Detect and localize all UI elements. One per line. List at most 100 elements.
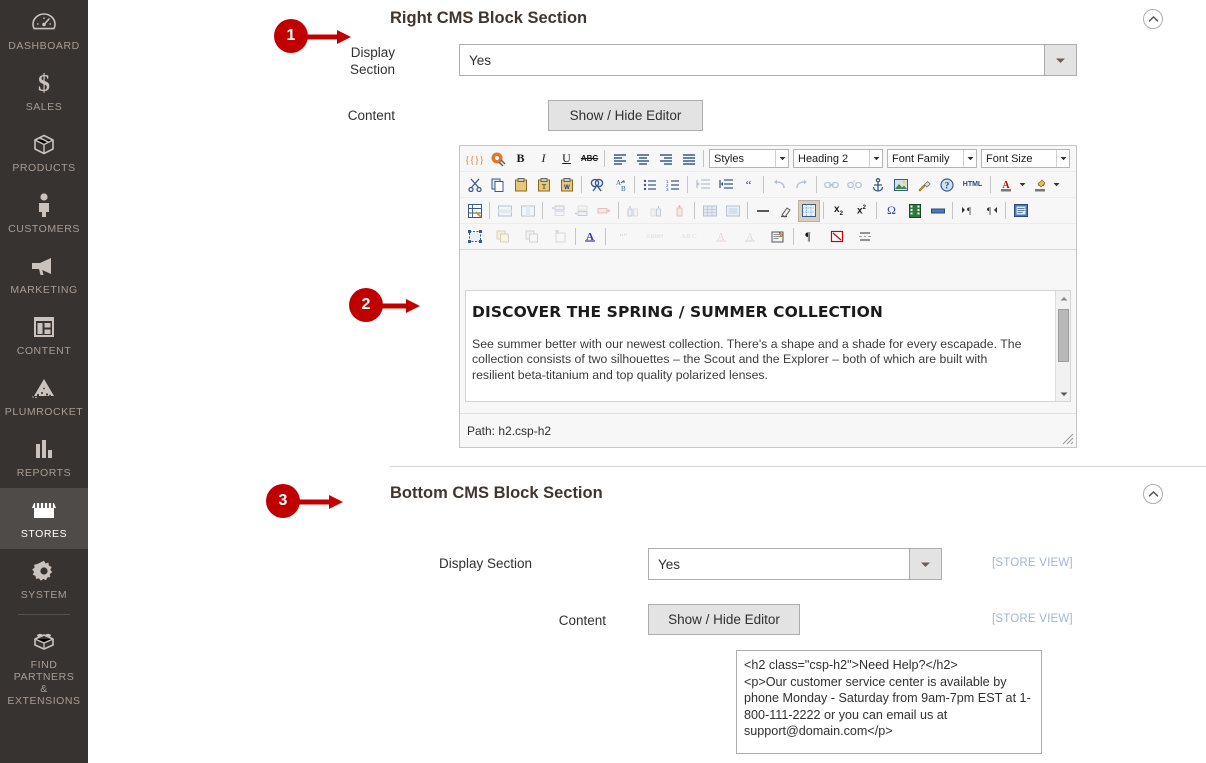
italic-icon[interactable]: I: [533, 148, 555, 170]
sidebar-item-plumrocket[interactable]: PLUMROCKET: [0, 366, 88, 427]
special-char-icon[interactable]: Ω: [881, 200, 903, 222]
scrollbar-thumb[interactable]: [1058, 309, 1069, 362]
underline-icon[interactable]: U: [556, 148, 578, 170]
insert-row-before-icon[interactable]: [547, 200, 569, 222]
insert-table-icon[interactable]: [464, 200, 486, 222]
show-hide-editor-button-bottom[interactable]: Show / Hide Editor: [648, 604, 800, 635]
insert-media-icon[interactable]: [904, 200, 926, 222]
align-right-icon[interactable]: [655, 148, 677, 170]
numbered-list-icon[interactable]: 123: [662, 174, 684, 196]
copy-icon[interactable]: [487, 174, 509, 196]
display-section-select-right[interactable]: Yes: [459, 44, 1077, 76]
align-justify-icon[interactable]: [678, 148, 700, 170]
indent-icon[interactable]: [715, 174, 737, 196]
format-select[interactable]: Heading 2: [793, 149, 883, 168]
display-section-select-bottom[interactable]: Yes: [648, 548, 942, 580]
delete-row-icon[interactable]: [593, 200, 615, 222]
find-replace-icon[interactable]: AB: [609, 174, 631, 196]
collapse-right-cms-button[interactable]: [1143, 9, 1163, 29]
magento-variable-icon[interactable]: {{}}: [464, 148, 486, 170]
superscript-icon[interactable]: x2: [851, 200, 873, 222]
font-size-select[interactable]: Font Size: [981, 149, 1070, 168]
resize-grip-icon[interactable]: [1062, 433, 1074, 445]
sidebar-item-dashboard[interactable]: DASHBOARD: [0, 0, 88, 61]
help-icon[interactable]: ?: [936, 174, 958, 196]
cut-icon[interactable]: [464, 174, 486, 196]
dropdown-arrow-bottom[interactable]: [909, 549, 941, 579]
remove-format-icon[interactable]: [775, 200, 797, 222]
restore-draft-icon[interactable]: [492, 226, 514, 248]
quote-icon[interactable]: “”: [613, 226, 635, 248]
scroll-up-arrow-icon[interactable]: [1056, 291, 1070, 306]
split-cells-icon[interactable]: [699, 200, 721, 222]
sidebar-item-marketing[interactable]: MARKETING: [0, 244, 88, 305]
delete-col-icon[interactable]: [669, 200, 691, 222]
insert-image-icon[interactable]: [890, 174, 912, 196]
select-all-icon[interactable]: [464, 226, 486, 248]
merge-cells-icon[interactable]: [722, 200, 744, 222]
anchor-icon[interactable]: [867, 174, 889, 196]
text-color-icon[interactable]: A: [995, 174, 1017, 196]
sidebar-item-customers[interactable]: CUSTOMERS: [0, 183, 88, 244]
bold-icon[interactable]: B: [510, 148, 532, 170]
insert-link-icon[interactable]: [821, 174, 843, 196]
html-source-icon[interactable]: HTML: [959, 174, 987, 196]
paste-as-text-icon[interactable]: T: [533, 174, 555, 196]
paste-from-word-icon[interactable]: W: [556, 174, 578, 196]
show-paragraphs-icon[interactable]: ¶: [797, 226, 819, 248]
insert-nonbreaking-icon[interactable]: [927, 200, 949, 222]
no-break-icon[interactable]: [826, 226, 848, 248]
collapse-bottom-cms-button[interactable]: [1143, 484, 1163, 504]
font-family-select[interactable]: Font Family: [887, 149, 977, 168]
attributes-icon[interactable]: [767, 226, 789, 248]
acronym-icon[interactable]: A.B.C.: [676, 226, 704, 248]
table-cell-props-icon[interactable]: [517, 200, 539, 222]
blockquote-icon[interactable]: “: [738, 174, 760, 196]
ltr-icon[interactable]: ¶: [957, 200, 979, 222]
strikethrough-icon[interactable]: ABC: [579, 148, 601, 170]
insert-col-after-icon[interactable]: [646, 200, 668, 222]
visual-aid-icon[interactable]: [1010, 200, 1032, 222]
paste-icon[interactable]: [510, 174, 532, 196]
align-left-icon[interactable]: [609, 148, 631, 170]
text-color-arrow-icon[interactable]: [1017, 174, 1028, 196]
page-break-icon[interactable]: [854, 226, 876, 248]
subscript-icon[interactable]: x2: [828, 200, 850, 222]
magento-widget-icon[interactable]: [487, 148, 509, 170]
outdent-icon[interactable]: [692, 174, 714, 196]
insert-col-before-icon[interactable]: [623, 200, 645, 222]
background-color-icon[interactable]: ab: [1029, 174, 1051, 196]
content-html-textarea[interactable]: [736, 650, 1042, 754]
sidebar-item-content[interactable]: CONTENT: [0, 305, 88, 366]
sidebar-item-stores[interactable]: STORES: [0, 488, 88, 549]
editor-scrollbar[interactable]: [1055, 291, 1070, 401]
horizontal-rule-icon[interactable]: [752, 200, 774, 222]
editor-content-area[interactable]: DISCOVER THE SPRING / SUMMER COLLECTION …: [465, 290, 1071, 402]
scroll-down-arrow-icon[interactable]: [1056, 386, 1070, 401]
toggle-guides-icon[interactable]: [797, 199, 820, 222]
sidebar-item-find-partners[interactable]: FIND PARTNERS & EXTENSIONS: [0, 619, 88, 716]
insert-row-after-icon[interactable]: [570, 200, 592, 222]
styles-select[interactable]: Styles: [709, 149, 789, 168]
find-icon[interactable]: [586, 174, 608, 196]
redo-icon[interactable]: [791, 174, 813, 196]
table-row-props-icon[interactable]: [494, 200, 516, 222]
show-hide-editor-button-right[interactable]: Show / Hide Editor: [548, 100, 703, 131]
dropdown-arrow-right[interactable]: [1044, 45, 1076, 75]
spellcheck-icon[interactable]: A: [579, 226, 601, 248]
sidebar-item-system[interactable]: SYSTEM: [0, 549, 88, 610]
cleanup-icon[interactable]: [913, 174, 935, 196]
sidebar-item-sales[interactable]: $ SALES: [0, 61, 88, 122]
unlink-icon[interactable]: [844, 174, 866, 196]
ins-icon[interactable]: A: [739, 226, 761, 248]
undo-icon[interactable]: [768, 174, 790, 196]
align-center-icon[interactable]: [632, 148, 654, 170]
bullet-list-icon[interactable]: [639, 174, 661, 196]
sidebar-item-products[interactable]: PRODUCTS: [0, 122, 88, 183]
background-color-arrow-icon[interactable]: [1051, 174, 1062, 196]
del-icon[interactable]: A: [710, 226, 732, 248]
sidebar-item-reports[interactable]: REPORTS: [0, 427, 88, 488]
abbr-icon[interactable]: ABBR: [641, 226, 669, 248]
insert-layer-icon[interactable]: [549, 226, 571, 248]
copy-style-icon[interactable]: [521, 226, 543, 248]
